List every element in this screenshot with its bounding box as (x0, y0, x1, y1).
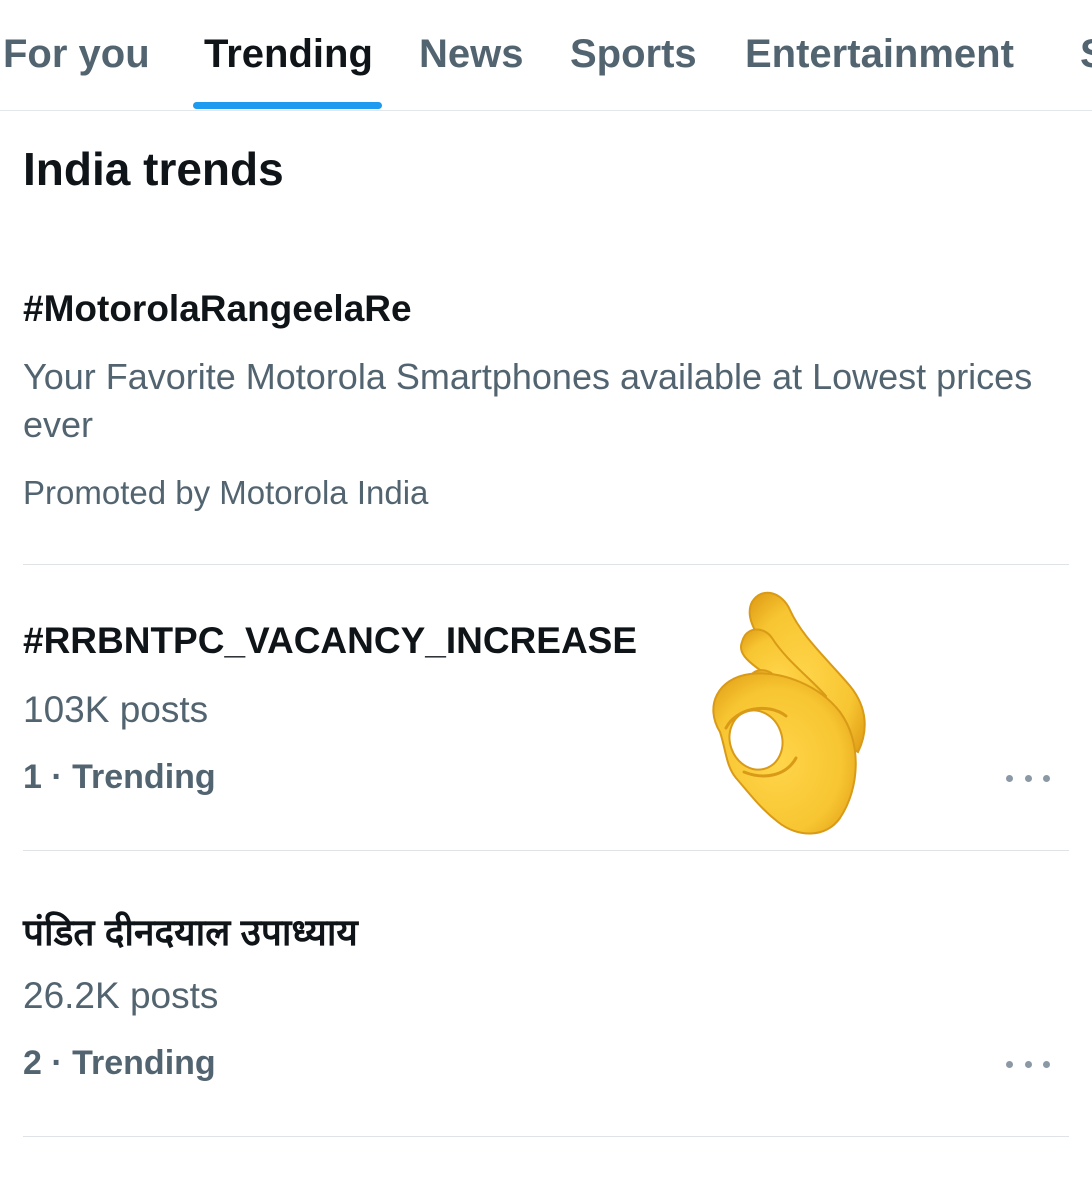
promoted-label: Promoted by Motorola India (23, 474, 429, 511)
tab-for-you[interactable]: For you (3, 32, 150, 77)
tab-entertainment[interactable]: Entertainment (745, 32, 1014, 77)
tab-bar: For you Trending News Sports Entertainme… (0, 0, 1092, 111)
ok-hand-emoji-icon (690, 582, 880, 842)
trend-description: Your Favorite Motorola Smartphones avail… (23, 356, 1033, 445)
trend-title[interactable]: #MotorolaRangeelaRe (23, 288, 412, 330)
tab-partial-next[interactable]: S (1080, 32, 1092, 77)
trend-title[interactable]: #RRBNTPC_VACANCY_INCREASE (23, 620, 637, 662)
divider (23, 1136, 1069, 1137)
active-tab-indicator (193, 102, 382, 109)
trend-post-count: 26.2K posts (23, 975, 219, 1016)
trend-rank: 1 · Trending (23, 758, 216, 796)
divider (23, 850, 1069, 851)
trend-title[interactable]: पंडित दीनदयाल उपाध्याय (23, 905, 358, 956)
trend-rank: 2 · Trending (23, 1044, 216, 1082)
more-options-icon[interactable] (1006, 766, 1050, 790)
more-options-icon[interactable] (1006, 1052, 1050, 1076)
divider (23, 564, 1069, 565)
tab-sports[interactable]: Sports (570, 32, 697, 77)
page-title: India trends (23, 143, 284, 195)
trend-post-count: 103K posts (23, 689, 209, 730)
tab-trending[interactable]: Trending (204, 32, 373, 77)
tab-news[interactable]: News (419, 32, 524, 77)
